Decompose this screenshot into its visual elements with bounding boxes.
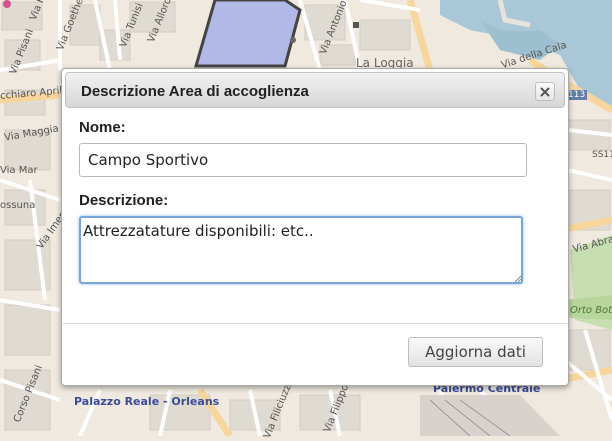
name-label: Nome: [79, 119, 126, 136]
map-label: Orto Bota [570, 305, 612, 316]
map-label: ossuna [0, 200, 36, 211]
dialog-titlebar[interactable]: Descrizione Area di accoglienza [65, 72, 565, 108]
map-label: Via Mar [0, 165, 38, 176]
area-description-dialog: Descrizione Area di accoglienza Nome: De… [61, 68, 569, 386]
description-label: Descrizione: [79, 192, 169, 209]
map-label: 113 [566, 90, 588, 100]
dialog-title: Descrizione Area di accoglienza [81, 83, 309, 100]
update-data-button[interactable]: Aggiorna dati [408, 337, 543, 367]
resize-grip-icon[interactable] [513, 274, 522, 283]
map-label: SS11 [592, 150, 612, 160]
close-icon [540, 87, 550, 96]
close-button[interactable] [535, 82, 555, 101]
name-input[interactable] [79, 143, 527, 177]
description-textarea[interactable]: Attrezzatature disponibili: etc.. [79, 216, 523, 284]
map-label: Palazzo Reale - Orleans [74, 395, 220, 408]
dialog-divider [63, 323, 567, 324]
